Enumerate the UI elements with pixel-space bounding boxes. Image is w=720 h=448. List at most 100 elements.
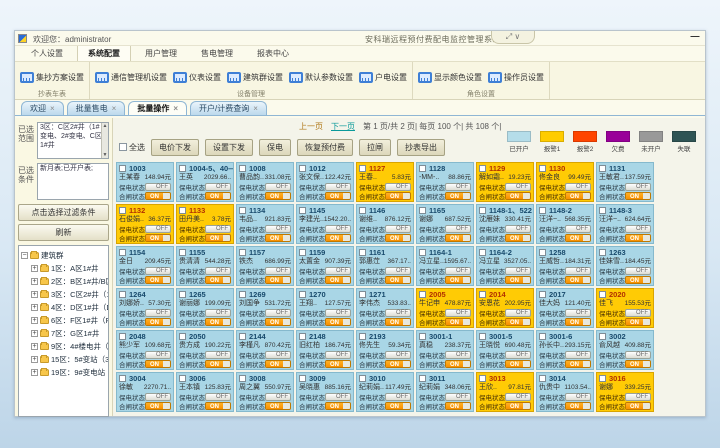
meter-card[interactable]: 1146谢维..876.12元保电状态OFF合闸状态ON bbox=[356, 204, 414, 244]
meter-card[interactable]: 3006王本镇125.83元保电状态OFF合闸状态ON bbox=[176, 372, 234, 412]
protect-off-toggle[interactable]: OFF bbox=[385, 183, 411, 191]
meter-checkbox[interactable] bbox=[539, 333, 546, 340]
meter-card[interactable]: 3013王欣..97.81元保电状态OFF合闸状态ON bbox=[476, 372, 534, 412]
switch-on-toggle[interactable]: ON bbox=[385, 402, 411, 410]
meter-card[interactable]: 1003王某春148.94元保电状态OFF合闸状态ON bbox=[116, 162, 174, 202]
meter-checkbox[interactable] bbox=[239, 375, 246, 382]
protect-off-toggle[interactable]: OFF bbox=[385, 351, 411, 359]
switch-on-toggle[interactable]: ON bbox=[145, 192, 171, 200]
protect-off-toggle[interactable]: OFF bbox=[205, 393, 231, 401]
ribbon-button-默认参数设置[interactable]: 默认参数设置 bbox=[286, 71, 356, 84]
meter-checkbox[interactable] bbox=[239, 249, 246, 256]
protect-off-toggle[interactable]: OFF bbox=[325, 183, 351, 191]
protect-off-toggle[interactable]: OFF bbox=[385, 225, 411, 233]
protect-off-toggle[interactable]: OFF bbox=[625, 351, 651, 359]
menu-item-报表中心[interactable]: 报表中心 bbox=[247, 46, 299, 61]
meter-card[interactable]: 2148旧红柏186.74元保电状态OFF合闸状态ON bbox=[296, 330, 354, 370]
ribbon-button-通信管理机设置[interactable]: 通信管理机设置 bbox=[92, 71, 170, 84]
switch-on-toggle[interactable]: ON bbox=[265, 192, 291, 200]
switch-on-toggle[interactable]: ON bbox=[385, 318, 411, 326]
meter-checkbox[interactable] bbox=[119, 291, 126, 298]
meter-checkbox[interactable] bbox=[539, 165, 546, 172]
switch-on-toggle[interactable]: ON bbox=[565, 360, 591, 368]
meter-card[interactable]: 3001-6孙长中..293.15元保电状态OFF合闸状态ON bbox=[536, 330, 594, 370]
switch-on-toggle[interactable]: ON bbox=[445, 360, 471, 368]
meter-checkbox[interactable] bbox=[599, 207, 606, 214]
switch-on-toggle[interactable]: ON bbox=[505, 192, 531, 200]
meter-checkbox[interactable] bbox=[179, 333, 186, 340]
switch-on-toggle[interactable]: ON bbox=[145, 360, 171, 368]
protect-off-toggle[interactable]: OFF bbox=[445, 393, 471, 401]
meter-card[interactable]: 1270王翔..127.57元保电状态OFF合闸状态ON bbox=[296, 288, 354, 328]
meter-card[interactable]: 3009吴晓惠885.16元保电状态OFF合闸状态ON bbox=[296, 372, 354, 412]
protect-off-toggle[interactable]: OFF bbox=[445, 267, 471, 275]
meter-card[interactable]: 2048熊少军109.68元保电状态OFF合闸状态ON bbox=[116, 330, 174, 370]
protect-off-toggle[interactable]: OFF bbox=[505, 351, 531, 359]
switch-on-toggle[interactable]: ON bbox=[205, 234, 231, 242]
protect-off-toggle[interactable]: OFF bbox=[145, 309, 171, 317]
meter-card[interactable]: 1128-MM-..88.86元保电状态OFF合闸状态ON bbox=[416, 162, 474, 202]
meter-checkbox[interactable] bbox=[479, 165, 486, 172]
meter-checkbox[interactable] bbox=[419, 375, 426, 382]
meter-checkbox[interactable] bbox=[419, 333, 426, 340]
meter-card[interactable]: 1127王春..5.83元保电状态OFF合闸状态ON bbox=[356, 162, 414, 202]
meter-card[interactable]: 3016谢娜339.25元保电状态OFF合闸状态ON bbox=[596, 372, 654, 412]
expand-icon[interactable]: + bbox=[31, 304, 38, 311]
switch-on-toggle[interactable]: ON bbox=[385, 360, 411, 368]
protect-off-toggle[interactable]: OFF bbox=[565, 225, 591, 233]
selected-range-box[interactable]: 3区：C区2#井（1#变电、2#变电、C区1#井 ▲▼ bbox=[37, 122, 109, 159]
meter-card[interactable]: 3008周之翼550.97元保电状态OFF合闸状态ON bbox=[236, 372, 294, 412]
meter-card[interactable]: 1154金日209.45元保电状态OFF合闸状态ON bbox=[116, 246, 174, 286]
switch-on-toggle[interactable]: ON bbox=[325, 402, 351, 410]
switch-on-toggle[interactable]: ON bbox=[325, 192, 351, 200]
toolbar-button-抄表导出[interactable]: 抄表导出 bbox=[397, 139, 445, 156]
switch-on-toggle[interactable]: ON bbox=[445, 318, 471, 326]
switch-on-toggle[interactable]: ON bbox=[565, 234, 591, 242]
protect-off-toggle[interactable]: OFF bbox=[265, 225, 291, 233]
meter-checkbox[interactable] bbox=[599, 375, 606, 382]
meter-checkbox[interactable] bbox=[119, 333, 126, 340]
protect-off-toggle[interactable]: OFF bbox=[205, 351, 231, 359]
meter-checkbox[interactable] bbox=[359, 249, 366, 256]
protect-off-toggle[interactable]: OFF bbox=[565, 393, 591, 401]
meter-card[interactable]: 1164-2冯立星3527.05..保电状态OFF合闸状态ON bbox=[476, 246, 534, 286]
menu-item-系统配置[interactable]: 系统配置 bbox=[77, 45, 131, 61]
meter-card[interactable]: 2193佟先生59.34元保电状态OFF合闸状态ON bbox=[356, 330, 414, 370]
meter-checkbox[interactable] bbox=[599, 249, 606, 256]
meter-card[interactable]: 1271李伟杰533.83..保电状态OFF合闸状态ON bbox=[356, 288, 414, 328]
refresh-button[interactable]: 刷新 bbox=[18, 224, 109, 241]
meter-card[interactable]: 1165谢娜687.52元保电状态OFF合闸状态ON bbox=[416, 204, 474, 244]
meter-checkbox[interactable] bbox=[239, 165, 246, 172]
switch-on-toggle[interactable]: ON bbox=[265, 318, 291, 326]
tab-close-icon[interactable]: × bbox=[50, 104, 55, 113]
meter-checkbox[interactable] bbox=[179, 291, 186, 298]
tree-node[interactable]: +4区：D区1#井（D区1 bbox=[21, 301, 106, 314]
tab-close-icon[interactable]: × bbox=[173, 104, 178, 113]
switch-on-toggle[interactable]: ON bbox=[325, 234, 351, 242]
meter-card[interactable]: 1148-3汪洋~..624.64元保电状态OFF合闸状态ON bbox=[596, 204, 654, 244]
protect-off-toggle[interactable]: OFF bbox=[265, 351, 291, 359]
meter-checkbox[interactable] bbox=[179, 375, 186, 382]
protect-off-toggle[interactable]: OFF bbox=[625, 183, 651, 191]
meter-card[interactable]: 3002俞风越409.88元保电状态OFF合闸状态ON bbox=[596, 330, 654, 370]
protect-off-toggle[interactable]: OFF bbox=[505, 183, 531, 191]
tab-开户/计费查询[interactable]: 开户/计费查询× bbox=[190, 101, 267, 115]
switch-on-toggle[interactable]: ON bbox=[205, 276, 231, 284]
tree-node[interactable]: +19区：9#变电站（2# bbox=[21, 366, 106, 379]
ribbon-button-户电设置[interactable]: 户电设置 bbox=[356, 71, 410, 84]
meter-checkbox[interactable] bbox=[299, 165, 306, 172]
expand-icon[interactable]: + bbox=[31, 343, 38, 350]
meter-checkbox[interactable] bbox=[599, 165, 606, 172]
toolbar-button-设置下发[interactable]: 设置下发 bbox=[205, 139, 253, 156]
meter-checkbox[interactable] bbox=[419, 249, 426, 256]
meter-checkbox[interactable] bbox=[479, 249, 486, 256]
protect-off-toggle[interactable]: OFF bbox=[385, 267, 411, 275]
meter-checkbox[interactable] bbox=[359, 291, 366, 298]
meter-checkbox[interactable] bbox=[539, 207, 546, 214]
switch-on-toggle[interactable]: ON bbox=[205, 318, 231, 326]
switch-on-toggle[interactable]: ON bbox=[325, 360, 351, 368]
meter-card[interactable]: 3001-5王晓悦690.48元保电状态OFF合闸状态ON bbox=[476, 330, 534, 370]
expand-icon[interactable]: + bbox=[31, 369, 38, 376]
meter-card[interactable]: 1263佳妹雪..184.45元保电状态OFF合闸状态ON bbox=[596, 246, 654, 286]
minimize-button[interactable]: — bbox=[689, 33, 701, 42]
